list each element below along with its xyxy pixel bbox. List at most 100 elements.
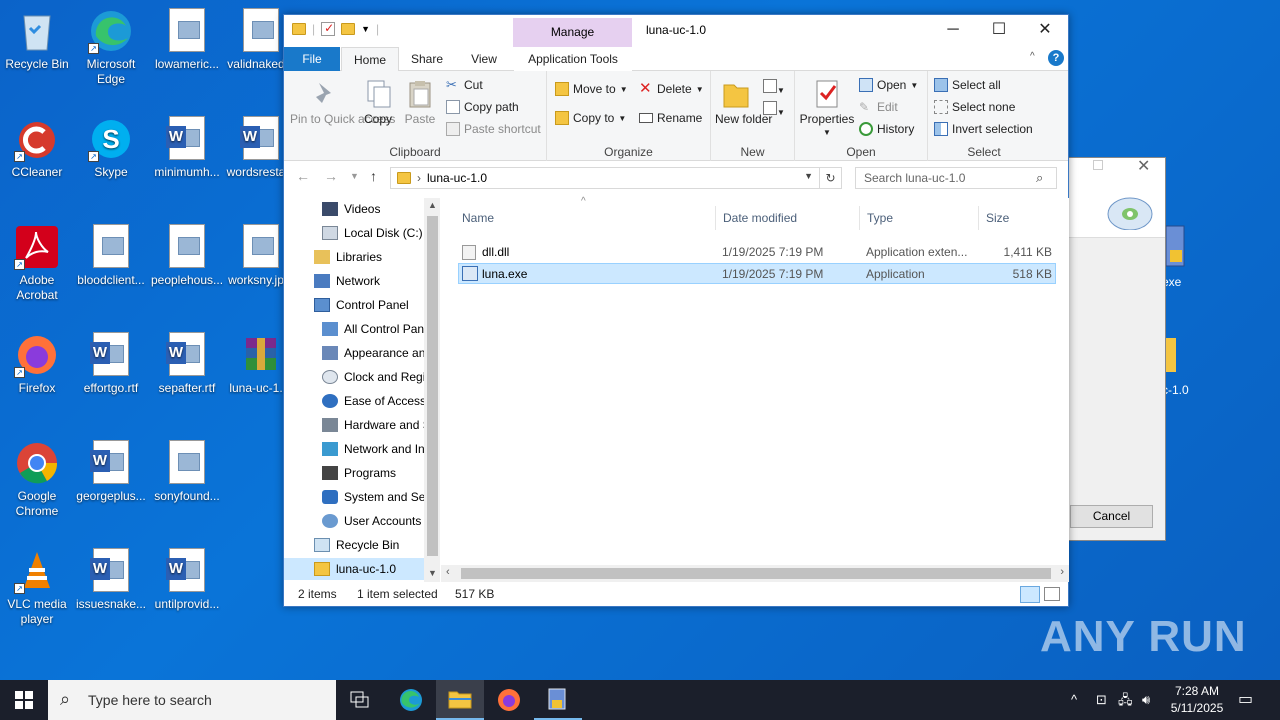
column-header-date[interactable]: Date modified: [717, 206, 860, 230]
chevron-down-icon[interactable]: ▼: [361, 24, 370, 34]
desktop-icon-minimumh[interactable]: W minimumh...: [150, 116, 224, 180]
maximize-icon[interactable]: [1093, 160, 1103, 170]
table-row[interactable]: luna.exe 1/19/2025 7:19 PM Application 5…: [458, 263, 1056, 284]
tab-view[interactable]: View: [460, 47, 508, 71]
tab-application-tools[interactable]: Application Tools: [514, 47, 632, 71]
taskbar-file-explorer[interactable]: [436, 680, 484, 720]
start-button[interactable]: [0, 680, 48, 720]
nav-item-user-accounts[interactable]: User Accounts: [322, 510, 421, 532]
task-view-button[interactable]: [336, 680, 384, 720]
properties-button[interactable]: Properties ▼: [799, 79, 855, 139]
desktop-icon-issuesnake[interactable]: W issuesnake...: [74, 548, 148, 612]
horizontal-scrollbar[interactable]: ‹ ›: [441, 565, 1069, 582]
up-arrow-icon[interactable]: ↑: [370, 168, 377, 184]
address-dropdown-icon[interactable]: ▼: [804, 171, 813, 181]
nav-item-appearance[interactable]: Appearance and Personalization: [322, 342, 440, 364]
nav-item-libraries[interactable]: Libraries: [314, 246, 382, 268]
column-header-name[interactable]: Name: [458, 206, 716, 230]
easy-access-button[interactable]: ▼: [763, 101, 785, 118]
taskbar-installer[interactable]: [534, 680, 582, 720]
nav-item-hardware-sound[interactable]: Hardware and Sound: [322, 414, 440, 436]
pin-quick-access-button[interactable]: Pin to Quick access: [290, 79, 395, 126]
nav-item-ease-of-access[interactable]: Ease of Access: [322, 390, 426, 412]
copy-path-button[interactable]: Copy path: [446, 100, 519, 114]
large-icons-view-icon[interactable]: [1044, 587, 1060, 601]
paste-shortcut-button[interactable]: Paste shortcut: [446, 122, 541, 136]
nav-item-videos[interactable]: Videos: [322, 198, 380, 220]
desktop-icon-google-chrome[interactable]: Google Chrome: [0, 440, 74, 519]
desktop-icon-lowameric[interactable]: lowameric...: [150, 8, 224, 72]
forward-arrow-icon[interactable]: →: [324, 168, 338, 184]
nav-item-programs[interactable]: Programs: [322, 462, 396, 484]
desktop-icon-sonyfound[interactable]: sonyfound...: [150, 440, 224, 504]
select-all-button[interactable]: Select all: [934, 78, 1001, 92]
desktop-icon-edge[interactable]: ↗ Microsoft Edge: [74, 8, 148, 87]
nav-item-all-control-panel[interactable]: All Control Panel Items: [322, 318, 440, 340]
scroll-right-icon[interactable]: ›: [1060, 566, 1064, 578]
horizontal-scrollbar-thumb[interactable]: [461, 568, 1051, 579]
desktop-icon-untilprovid[interactable]: W untilprovid...: [150, 548, 224, 612]
new-folder-icon[interactable]: [341, 23, 356, 35]
move-to-button[interactable]: Move to ▼: [555, 82, 628, 96]
address-bar[interactable]: › luna-uc-1.0 ▼ ↻: [390, 167, 842, 189]
back-arrow-icon[interactable]: ←: [296, 168, 310, 184]
copy-button[interactable]: Copy: [360, 79, 396, 126]
desktop-icon-vlc[interactable]: ↗ VLC media player: [0, 548, 74, 627]
copy-to-button[interactable]: Copy to ▼: [555, 111, 626, 125]
open-button[interactable]: Open ▼: [859, 78, 918, 92]
delete-button[interactable]: ✕ Delete ▼: [639, 81, 704, 96]
desktop-icon-peoplehous[interactable]: peoplehous...: [150, 224, 224, 288]
desktop-icon-ccleaner[interactable]: ↗ CCleaner: [0, 116, 74, 180]
close-button[interactable]: ✕: [1022, 15, 1068, 45]
history-button[interactable]: History: [859, 122, 914, 136]
network-status-icon[interactable]: ⊡: [1096, 680, 1107, 720]
desktop-icon-effortgo[interactable]: W effortgo.rtf: [74, 332, 148, 396]
nav-item-luna-uc[interactable]: luna-uc-1.0: [284, 558, 424, 580]
desktop-icon-recycle-bin[interactable]: Recycle Bin: [0, 8, 74, 72]
search-input[interactable]: Search luna-uc-1.0: [855, 167, 1057, 189]
desktop-icon-skype[interactable]: S ↗ Skype: [74, 116, 148, 180]
nav-item-network-internet[interactable]: Network and Internet: [322, 438, 440, 460]
taskbar-search-input[interactable]: Type here to search: [48, 680, 336, 720]
notifications-icon[interactable]: ▭: [1238, 680, 1253, 720]
scroll-left-icon[interactable]: ‹: [446, 566, 450, 578]
invert-selection-button[interactable]: Invert selection: [934, 122, 1033, 136]
show-hidden-icons[interactable]: ^: [1071, 680, 1077, 720]
clock[interactable]: 7:28 AM 5/11/2025: [1162, 683, 1232, 717]
nav-item-system-security[interactable]: System and Security: [322, 486, 440, 508]
rename-button[interactable]: Rename: [639, 111, 702, 125]
nav-item-network[interactable]: Network: [314, 270, 380, 292]
nav-item-clock-region[interactable]: Clock and Region: [322, 366, 439, 388]
nav-item-local-disk[interactable]: Local Disk (C:): [322, 222, 423, 244]
desktop-icon-firefox[interactable]: ↗ Firefox: [0, 332, 74, 396]
desktop-icon-bloodclient[interactable]: bloodclient...: [74, 224, 148, 288]
maximize-button[interactable]: ☐: [976, 15, 1022, 45]
taskbar-edge[interactable]: [387, 680, 435, 720]
new-folder-button[interactable]: New folder: [715, 79, 772, 126]
scroll-up-icon[interactable]: ▲: [428, 200, 437, 210]
column-header-type[interactable]: Type: [861, 206, 979, 230]
column-header-size[interactable]: Size: [980, 206, 1056, 230]
desktop-icon-adobe-acrobat[interactable]: ↗ Adobe Acrobat: [0, 224, 74, 303]
close-icon[interactable]: ✕: [1137, 156, 1150, 176]
minimize-button[interactable]: ─: [930, 15, 976, 45]
select-none-button[interactable]: Select none: [934, 100, 1015, 114]
nav-item-control-panel[interactable]: Control Panel: [314, 294, 409, 316]
help-icon[interactable]: ?: [1048, 50, 1064, 66]
breadcrumb[interactable]: luna-uc-1.0: [427, 171, 487, 185]
edit-button[interactable]: ✎ Edit: [859, 100, 898, 114]
nav-scrollbar[interactable]: ▲ ▼: [424, 198, 440, 582]
properties-icon[interactable]: ✓: [321, 21, 336, 36]
nav-item-recycle-bin[interactable]: Recycle Bin: [314, 534, 399, 556]
volume-icon[interactable]: 🔊︎: [1142, 680, 1150, 720]
new-item-button[interactable]: ▼: [763, 79, 785, 96]
refresh-icon[interactable]: ↻: [819, 168, 841, 188]
desktop-icon-georgeplus[interactable]: W georgeplus...: [74, 440, 148, 504]
scroll-down-icon[interactable]: ▼: [428, 568, 437, 578]
desktop-icon-sepafter[interactable]: W sepafter.rtf: [150, 332, 224, 396]
taskbar-firefox[interactable]: [485, 680, 533, 720]
paste-button[interactable]: Paste: [400, 79, 440, 126]
tab-home[interactable]: Home: [341, 47, 399, 72]
recent-locations-icon[interactable]: ▼: [350, 171, 359, 181]
manage-tab[interactable]: Manage: [513, 18, 632, 47]
